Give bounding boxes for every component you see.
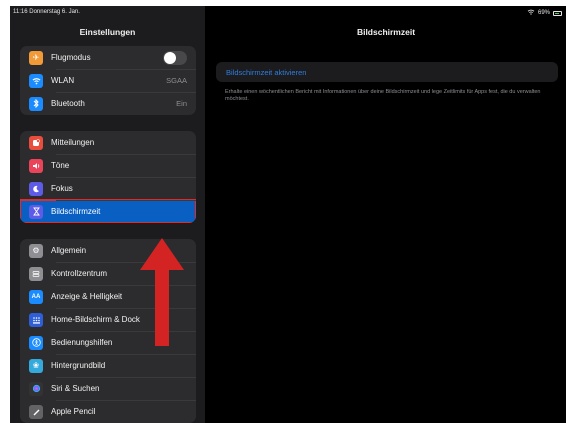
- moon-icon: [29, 181, 43, 196]
- sidebar-item-label: Bluetooth: [51, 99, 85, 108]
- sidebar-item-siri-suchen[interactable]: Siri & Suchen: [20, 377, 196, 400]
- sidebar-item-mitteilungen[interactable]: Mitteilungen: [20, 131, 196, 154]
- activate-screen-time-button[interactable]: Bildschirmzeit aktivieren: [216, 62, 558, 82]
- battery-icon: [553, 10, 562, 16]
- notifications-icon: [29, 135, 43, 150]
- display-icon: AA: [29, 289, 43, 304]
- status-time-date: 11:16 Donnerstag 6. Jan.: [13, 9, 80, 15]
- bluetooth-icon: [29, 96, 43, 111]
- detail-pane: 69% Bildschirmzeit Bildschirmzeit aktivi…: [206, 6, 566, 423]
- airplane-icon: ✈: [29, 50, 43, 65]
- sidebar-item-fokus[interactable]: Fokus: [20, 177, 196, 200]
- control-center-icon: [29, 266, 43, 281]
- sidebar-item-label: Fokus: [51, 184, 73, 193]
- sidebar-item-bluetooth[interactable]: Bluetooth Ein: [20, 92, 196, 115]
- sidebar-item-bildschirmzeit[interactable]: Bildschirmzeit: [20, 199, 196, 223]
- bluetooth-value: Ein: [176, 99, 187, 108]
- status-indicators: 69%: [527, 9, 562, 17]
- sidebar-title: Einstellungen: [79, 27, 136, 37]
- sidebar-item-label: Hintergrundbild: [51, 361, 106, 370]
- sidebar-item-label: WLAN: [51, 76, 75, 85]
- sidebar-item-label: Bildschirmzeit: [51, 207, 101, 216]
- sidebar-item-label: Töne: [51, 161, 70, 170]
- screen-time-description: Erhalte einen wöchentlichen Bericht mit …: [225, 89, 541, 102]
- wifi-status-icon: [527, 9, 535, 17]
- sidebar-item-hintergrundbild[interactable]: ❀ Hintergrundbild: [20, 354, 196, 377]
- ipad-screen: 11:16 Donnerstag 6. Jan. Einstellungen ✈…: [10, 6, 566, 423]
- wifi-icon: [29, 73, 43, 88]
- wlan-value: SGAA: [166, 76, 187, 85]
- sidebar-item-label: Flugmodus: [51, 53, 91, 62]
- sidebar-item-label: Apple Pencil: [51, 407, 96, 416]
- battery-percentage: 69%: [537, 10, 550, 16]
- sidebar-item-toene[interactable]: Töne: [20, 154, 196, 177]
- pencil-icon: [29, 404, 43, 419]
- siri-icon: [29, 381, 43, 396]
- sidebar-item-label: Siri & Suchen: [51, 384, 100, 393]
- settings-group-notifications: Mitteilungen Töne Fokus Bildschirmzeit: [20, 131, 196, 223]
- sidebar-item-apple-pencil[interactable]: Apple Pencil: [20, 400, 196, 423]
- wallpaper-icon: ❀: [29, 358, 43, 373]
- sound-icon: [29, 158, 43, 173]
- gear-icon: ⚙: [29, 243, 43, 258]
- red-arrow-annotation: [140, 238, 184, 346]
- hourglass-icon: [29, 204, 43, 219]
- sidebar-item-label: Mitteilungen: [51, 138, 95, 147]
- settings-sidebar: 11:16 Donnerstag 6. Jan. Einstellungen ✈…: [10, 6, 205, 423]
- sidebar-item-flugmodus[interactable]: ✈ Flugmodus: [20, 46, 196, 69]
- home-screen-icon: [29, 312, 43, 327]
- detail-title: Bildschirmzeit: [356, 27, 416, 37]
- accessibility-icon: [29, 335, 43, 350]
- settings-group-connectivity: ✈ Flugmodus WLAN SGAA Bluetooth Ein: [20, 46, 196, 115]
- airplane-mode-toggle[interactable]: [163, 50, 187, 65]
- sidebar-item-wlan[interactable]: WLAN SGAA: [20, 69, 196, 92]
